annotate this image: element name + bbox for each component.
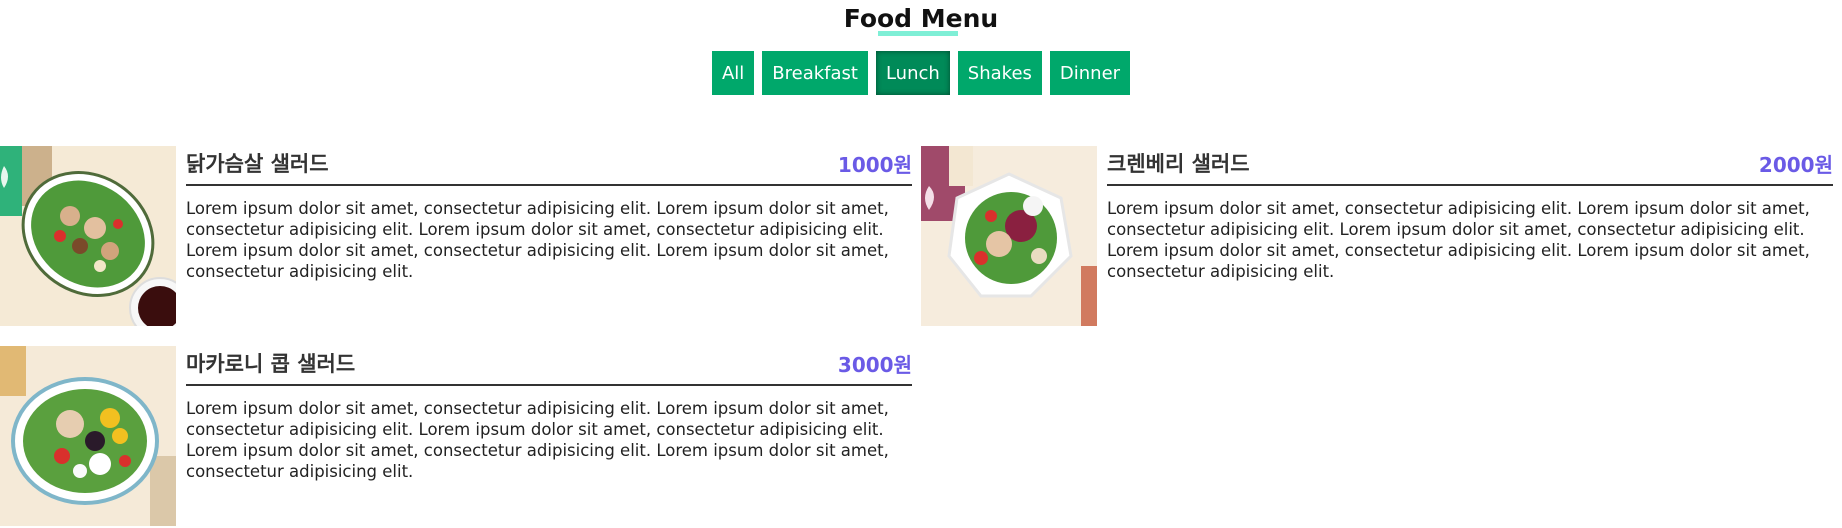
item-description: Lorem ipsum dolor sit amet, consectetur … <box>186 199 889 281</box>
chicken-breast-salad-photo <box>0 146 176 326</box>
filter-breakfast-button[interactable]: Breakfast <box>762 51 868 95</box>
item-header: 마카로니 콥 샐러드 3000원 <box>186 346 912 386</box>
title-underline <box>878 31 958 36</box>
item-header: 크렌베리 샐러드 2000원 <box>1107 146 1833 186</box>
item-price: 3000원 <box>837 353 912 377</box>
item-name: 마카로니 콥 샐러드 <box>186 352 356 376</box>
item-name: 닭가슴살 샐러드 <box>186 152 329 176</box>
item-price: 2000원 <box>1758 153 1833 177</box>
filter-lunch-button[interactable]: Lunch <box>875 51 950 95</box>
filter-dinner-button[interactable]: Dinner <box>1049 51 1131 95</box>
menu-item: 크렌베리 샐러드 2000원 Lorem ipsum dolor sit ame… <box>921 146 1833 326</box>
menu-item: 닭가슴살 샐러드 1000원 Lorem ipsum dolor sit ame… <box>0 146 912 326</box>
item-price: 1000원 <box>837 153 912 177</box>
item-info: 마카로니 콥 샐러드 3000원 Lorem ipsum dolor sit a… <box>186 346 912 482</box>
item-info: 닭가슴살 샐러드 1000원 Lorem ipsum dolor sit ame… <box>186 146 912 282</box>
item-description: Lorem ipsum dolor sit amet, consectetur … <box>186 399 889 481</box>
filter-bar: All Breakfast Lunch Shakes Dinner <box>0 51 1842 95</box>
cranberry-salad-photo <box>921 146 1097 326</box>
menu-item: 마카로니 콥 샐러드 3000원 Lorem ipsum dolor sit a… <box>0 346 912 526</box>
item-info: 크렌베리 샐러드 2000원 Lorem ipsum dolor sit ame… <box>1107 146 1833 282</box>
filter-all-button[interactable]: All <box>711 51 755 95</box>
item-header: 닭가슴살 샐러드 1000원 <box>186 146 912 186</box>
item-name: 크렌베리 샐러드 <box>1107 152 1250 176</box>
macaroni-cobb-salad-photo <box>0 346 176 526</box>
item-description: Lorem ipsum dolor sit amet, consectetur … <box>1107 199 1810 281</box>
filter-shakes-button[interactable]: Shakes <box>957 51 1042 95</box>
page-title: Food Menu <box>843 4 999 33</box>
